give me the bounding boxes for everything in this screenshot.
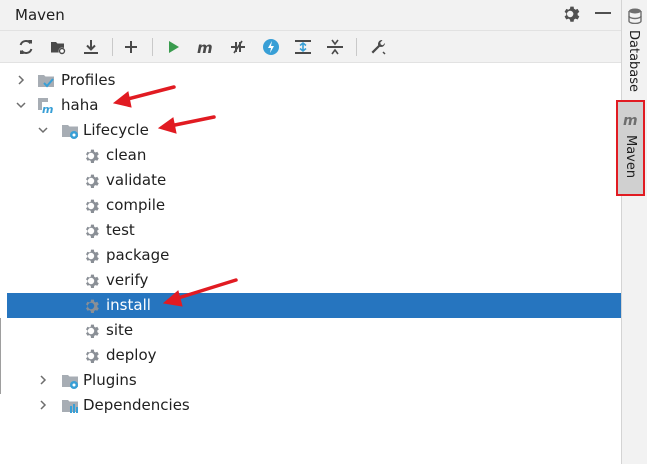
tree-node-goal-test[interactable]: test [0, 218, 621, 243]
maven-toolbar: m [0, 31, 621, 63]
maven-goal-icon[interactable]: m [193, 35, 217, 59]
tree-node-project[interactable]: m haha [0, 93, 621, 118]
reimport-folder-icon[interactable] [46, 35, 70, 59]
database-tab[interactable]: Database [622, 8, 647, 92]
settings-wrench-icon[interactable] [366, 35, 390, 59]
maven-tab-label: Maven [623, 135, 638, 179]
maven-module-icon: m [38, 98, 54, 115]
profiles-folder-icon [38, 75, 54, 88]
tree-node-goal-compile[interactable]: compile [0, 193, 621, 218]
show-dependencies-icon[interactable] [291, 35, 315, 59]
collapse-all-icon[interactable] [323, 35, 347, 59]
tree-label-goal: verify [106, 271, 149, 289]
svg-text:m: m [42, 103, 53, 115]
tree-label-profiles: Profiles [61, 71, 116, 89]
chevron-right-icon[interactable] [37, 374, 49, 386]
lifecycle-folder-icon [62, 125, 78, 139]
gear-icon [83, 197, 101, 215]
gear-icon [83, 172, 101, 190]
database-tab-label: Database [626, 30, 641, 93]
tree-node-goal-install[interactable]: install [7, 293, 621, 318]
svg-text:m: m [623, 113, 638, 128]
toggle-offline-icon[interactable] [226, 35, 250, 59]
tool-window-header: Maven [0, 0, 621, 31]
tree-node-profiles[interactable]: Profiles [0, 68, 621, 93]
database-icon [628, 8, 642, 24]
tree-label-plugins: Plugins [83, 371, 137, 389]
skip-tests-icon[interactable] [259, 35, 283, 59]
plugins-folder-icon [62, 375, 78, 389]
svg-text:m: m [197, 39, 213, 56]
tree-node-goal-site[interactable]: site [0, 318, 621, 343]
maven-icon: m [623, 113, 638, 128]
tree-label-goal: clean [106, 146, 147, 164]
right-tool-strip: Database [621, 0, 647, 464]
reload-icon[interactable] [14, 35, 38, 59]
tree-label-project: haha [61, 96, 99, 114]
window-edge-divider [0, 318, 3, 394]
tree-node-goal-clean[interactable]: clean [0, 143, 621, 168]
maven-tool-window: Maven m Profiles m haha Lifecycle clean … [0, 0, 621, 464]
tree-label-goal: compile [106, 196, 166, 214]
tree-node-goal-verify[interactable]: verify [0, 268, 621, 293]
tool-window-title: Maven [15, 6, 65, 24]
gear-icon [83, 322, 101, 340]
chevron-down-icon[interactable] [37, 124, 49, 136]
tree-node-lifecycle[interactable]: Lifecycle [0, 118, 621, 143]
gear-icon [83, 297, 101, 315]
tree-node-dependencies[interactable]: Dependencies [0, 393, 621, 418]
chevron-right-icon[interactable] [37, 399, 49, 411]
chevron-down-icon[interactable] [15, 99, 27, 111]
gear-icon [83, 147, 101, 165]
gear-icon [83, 247, 101, 265]
tree-node-goal-deploy[interactable]: deploy [0, 343, 621, 368]
gear-icon [83, 272, 101, 290]
dependencies-folder-icon [62, 400, 78, 413]
tree-label-goal: install [106, 296, 151, 314]
maven-tab[interactable]: m Maven [616, 100, 645, 196]
tree-label-goal: deploy [106, 346, 157, 364]
tree-label-dependencies: Dependencies [83, 396, 190, 414]
add-icon[interactable] [119, 35, 143, 59]
chevron-right-icon[interactable] [15, 74, 27, 86]
download-icon[interactable] [79, 35, 103, 59]
tree-label-goal: test [106, 221, 135, 239]
tree-label-goal: package [106, 246, 170, 264]
run-icon[interactable] [161, 35, 185, 59]
tree-node-goal-validate[interactable]: validate [0, 168, 621, 193]
tree-node-goal-package[interactable]: package [0, 243, 621, 268]
tree-label-goal: validate [106, 171, 167, 189]
gear-icon[interactable] [561, 3, 583, 25]
gear-icon [83, 347, 101, 365]
tree-node-plugins[interactable]: Plugins [0, 368, 621, 393]
gear-icon [83, 222, 101, 240]
tree-label-goal: site [106, 321, 134, 339]
tree-label-lifecycle: Lifecycle [83, 121, 149, 139]
minimize-icon[interactable] [595, 12, 611, 14]
